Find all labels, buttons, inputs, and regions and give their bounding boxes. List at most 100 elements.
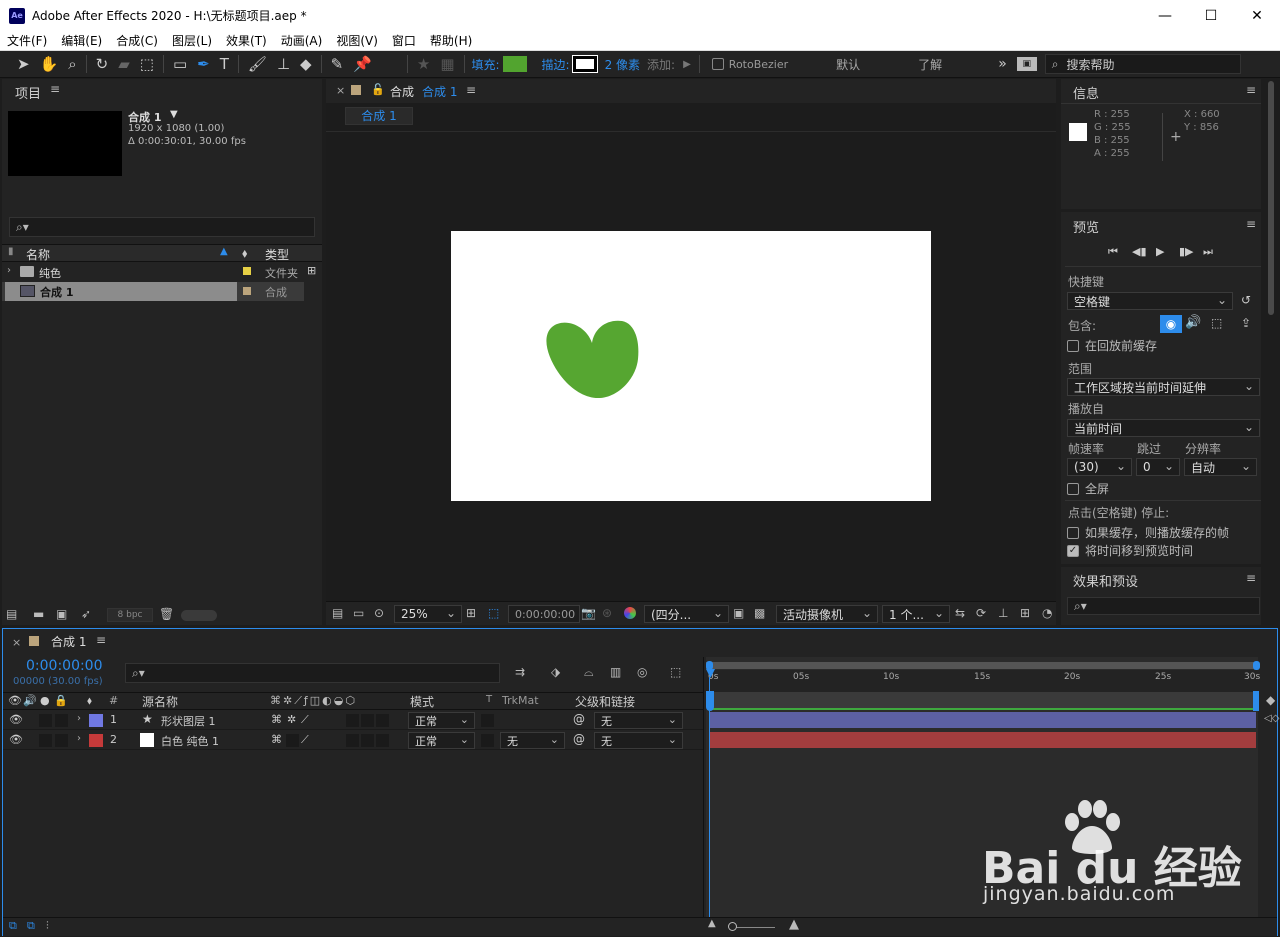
column-name[interactable]: 名称: [26, 246, 50, 263]
shy-layers-icon[interactable]: ⌓: [584, 665, 594, 680]
expand-arrow-icon[interactable]: ›: [77, 733, 81, 744]
layer-name[interactable]: 白色 纯色 1: [161, 733, 219, 749]
puppet-tool-icon[interactable]: 📌: [353, 55, 372, 73]
menu-effect[interactable]: 效果(T): [219, 32, 274, 49]
fullscreen-checkbox[interactable]: [1067, 481, 1084, 495]
quality-switch-icon[interactable]: ⟋: [301, 733, 309, 747]
views-dropdown[interactable]: 1 个... ⌄: [882, 605, 950, 623]
layer-row-2[interactable]: 👁 › 2 白色 纯色 1 ⌘ ⟋ 正常 ⌄ 无 ⌄ @ 无 ⌄: [3, 731, 703, 750]
label-color-yellow[interactable]: [243, 267, 251, 275]
column-trkmat[interactable]: TrkMat: [502, 694, 539, 707]
help-search-input[interactable]: ⌕ 搜索帮助: [1044, 54, 1241, 74]
camera-dropdown[interactable]: 活动摄像机 ⌄: [776, 605, 878, 623]
work-area-start-handle[interactable]: [706, 691, 714, 711]
visibility-eye-icon[interactable]: 👁: [9, 713, 23, 726]
include-video-icon[interactable]: ◉: [1160, 315, 1182, 333]
lock-switch-icon[interactable]: 🔒: [54, 694, 68, 707]
layer-switches-icon[interactable]: ⧉: [9, 919, 17, 933]
always-preview-icon[interactable]: ▤: [332, 606, 343, 620]
composition-canvas[interactable]: [451, 231, 931, 501]
transfer-controls-icon[interactable]: ⧉: [27, 919, 35, 933]
pen-tool-icon[interactable]: ✒: [197, 55, 210, 73]
column-type[interactable]: 类型: [265, 246, 289, 263]
project-scrollbar[interactable]: [181, 610, 217, 621]
zoom-slider-thumb[interactable]: [728, 922, 737, 931]
new-folder-icon[interactable]: ▬: [33, 607, 44, 621]
first-frame-icon[interactable]: ⏮: [1108, 245, 1118, 259]
resolution-dropdown[interactable]: (四分... ⌄: [644, 605, 729, 623]
motion-blur-icon[interactable]: ◎: [637, 665, 647, 679]
include-overlays-icon[interactable]: ⬚: [1211, 316, 1222, 330]
sort-ascending-icon[interactable]: ▲: [220, 246, 228, 257]
timeline-timecode[interactable]: 0:00:00:00: [26, 658, 103, 674]
solo-switch-icon[interactable]: ●: [40, 694, 50, 707]
clone-stamp-tool-icon[interactable]: ⊥: [277, 55, 290, 73]
brush-tool-icon[interactable]: 🖌: [248, 55, 267, 73]
lock-toggle[interactable]: [55, 734, 68, 747]
exposure-icon[interactable]: ◔: [1042, 606, 1052, 620]
audio-switch-icon[interactable]: 🔊: [23, 694, 37, 707]
camera-tool-icon[interactable]: ▰: [118, 55, 130, 73]
toggle-view-icon[interactable]: ⇆: [955, 606, 965, 620]
preserve-transparency-toggle[interactable]: [481, 714, 494, 727]
solo-toggle[interactable]: [39, 714, 52, 727]
layer-label-color[interactable]: [89, 734, 103, 747]
interpret-footage-icon[interactable]: ▤: [6, 607, 17, 621]
bit-depth-button[interactable]: 8 bpc: [107, 608, 153, 622]
work-area-end-handle[interactable]: [1253, 691, 1259, 711]
sync-settings-icon[interactable]: ▣: [1016, 57, 1037, 71]
comp-subtab[interactable]: 合成 1: [345, 107, 413, 125]
monitor-icon[interactable]: ▭: [353, 606, 364, 620]
show-snapshot-icon[interactable]: ⊛: [602, 606, 612, 620]
heart-shape[interactable]: [544, 317, 640, 401]
expand-arrow-icon[interactable]: ›: [77, 713, 81, 724]
skip-dropdown[interactable]: 0 ⌄: [1136, 458, 1180, 476]
play-cached-checkbox[interactable]: [1067, 525, 1084, 539]
column-mode[interactable]: 模式: [410, 693, 434, 710]
export-icon[interactable]: ⇪: [1241, 316, 1251, 330]
menu-composition[interactable]: 合成(C): [109, 32, 165, 49]
shy-switch-icon[interactable]: ⌘: [271, 713, 282, 726]
rotobezier-checkbox[interactable]: [711, 58, 724, 70]
graph-editor-icon[interactable]: ⬚: [670, 665, 681, 679]
resolution-dropdown[interactable]: 自动 ⌄: [1184, 458, 1257, 476]
layer-bar-1[interactable]: [710, 712, 1256, 728]
menu-edit[interactable]: 编辑(E): [54, 32, 109, 49]
time-graph[interactable]: 0s 05s 10s 15s 20s 25s 30s: [706, 657, 1260, 917]
quality-switch-icon[interactable]: ⟋: [301, 713, 309, 727]
effects-search-input[interactable]: ⌕▾: [1067, 597, 1260, 615]
type-tool-icon[interactable]: T: [220, 55, 229, 73]
zoom-dropdown[interactable]: 25% ⌄: [394, 605, 462, 623]
layer-row-1[interactable]: 👁 › 1 ★ 形状图层 1 ⌘ ✲ ⟋ 正常 ⌄ @ 无 ⌄: [3, 711, 703, 730]
comp-flowchart-icon[interactable]: ⊞: [1020, 606, 1030, 620]
trash-icon[interactable]: 🗑: [159, 607, 174, 621]
workspace-default[interactable]: 默认: [836, 56, 860, 73]
channel-icon[interactable]: [624, 607, 636, 619]
layer-label-color[interactable]: [89, 714, 103, 727]
current-time-indicator[interactable]: [709, 677, 710, 917]
comp-dropdown-icon[interactable]: ▼: [170, 109, 178, 120]
layer-name[interactable]: 形状图层 1: [161, 713, 216, 729]
column-source-name[interactable]: 源名称: [142, 693, 178, 710]
last-frame-icon[interactable]: ⏭: [1203, 245, 1213, 259]
fill-label[interactable]: 填充:: [472, 56, 500, 73]
region-of-interest-icon[interactable]: ⬚: [488, 606, 499, 620]
rectangle-tool-icon[interactable]: ▭: [173, 55, 187, 73]
reset-icon[interactable]: ↺: [1241, 293, 1251, 307]
parent-dropdown[interactable]: 无 ⌄: [594, 732, 683, 749]
preserve-transparency-toggle[interactable]: [481, 734, 494, 747]
keyframe-nav-icon[interactable]: ◁◇: [1264, 713, 1279, 724]
include-audio-icon[interactable]: 🔊: [1185, 315, 1201, 330]
panel-menu-icon[interactable]: ≡: [50, 82, 60, 96]
close-tab-icon[interactable]: ×: [12, 636, 21, 649]
more-workspaces-icon[interactable]: »: [998, 56, 1007, 72]
navigator-bar[interactable]: [706, 662, 1258, 669]
previous-frame-icon[interactable]: ◀▮: [1132, 245, 1147, 258]
pan-behind-tool-icon[interactable]: ⬚: [140, 55, 154, 73]
shortcut-dropdown[interactable]: 空格键 ⌄: [1067, 292, 1233, 310]
workspace-learn[interactable]: 了解: [918, 56, 942, 73]
play-icon[interactable]: ▶: [1156, 245, 1164, 258]
collapse-switch-icon[interactable]: ✲: [287, 713, 296, 726]
render-queue-icon[interactable]: ➶: [81, 607, 91, 621]
navigator-start-handle[interactable]: [706, 661, 713, 670]
